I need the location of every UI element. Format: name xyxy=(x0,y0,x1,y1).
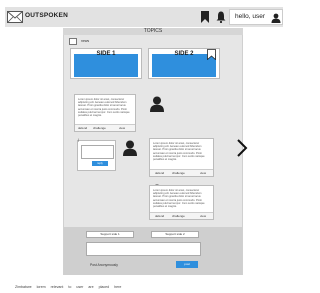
argument-actions: defend challenge view xyxy=(150,212,213,219)
argument-card: Lorem ipsum dolor sit amet, consectetur … xyxy=(149,185,214,220)
user-avatar-icon xyxy=(150,96,164,112)
argument-text: Lorem ipsum dolor sit amet, consectetur … xyxy=(153,189,205,209)
section-label: news xyxy=(81,39,90,43)
post-button[interactable]: post xyxy=(176,261,198,268)
footer-link[interactable]: to xyxy=(68,285,71,289)
footer-link[interactable]: Zimbabwe xyxy=(15,285,32,289)
side-2-card[interactable]: SIDE 2 xyxy=(148,48,220,79)
envelope-logo-icon[interactable] xyxy=(7,11,23,23)
top-navbar: OUTSPOKEN hello, user xyxy=(5,7,283,27)
post-anonymously-option[interactable]: Post Anonymously xyxy=(90,263,118,267)
post-input[interactable] xyxy=(86,242,201,256)
footer-link[interactable]: lorem xyxy=(37,285,46,289)
support-side-1-button[interactable]: Support side 1 xyxy=(86,231,134,238)
topics-tab[interactable]: TOPICS xyxy=(63,28,243,35)
side-1-card[interactable]: SIDE 1 xyxy=(70,48,142,79)
challenge-link[interactable]: challenge xyxy=(93,126,106,130)
topic-panel: news SIDE 1 SIDE 2 Lorem ipsum dolor sit… xyxy=(63,35,243,275)
topics-label: TOPICS xyxy=(143,28,163,34)
side-1-label: SIDE 1 xyxy=(96,51,116,57)
view-link[interactable]: view xyxy=(200,214,206,218)
support-side-2-button[interactable]: Support side 2 xyxy=(151,231,199,238)
reply-button[interactable]: reply xyxy=(92,161,108,166)
argument-card: Lorem ipsum dolor sit amet, consectetur … xyxy=(149,138,214,177)
footer-link[interactable]: user xyxy=(76,285,83,289)
argument-text: Lorem ipsum dolor sit amet, consectetur … xyxy=(153,142,205,162)
post-form: Support side 1 Support side 2 Post Anony… xyxy=(64,227,242,275)
chevron-right-icon[interactable] xyxy=(236,138,248,158)
footer-links: Zimbabwe lorem relevant to user are plac… xyxy=(15,285,125,289)
user-avatar-icon xyxy=(123,140,137,156)
footer-link[interactable]: here xyxy=(114,285,121,289)
footer-link[interactable]: relevant xyxy=(51,285,64,289)
defend-link[interactable]: defend xyxy=(155,214,164,218)
footer-link[interactable]: placed xyxy=(99,285,110,289)
user-icon xyxy=(271,13,281,23)
reply-cursor: | xyxy=(78,137,80,142)
brand-name[interactable]: OUTSPOKEN xyxy=(25,12,68,19)
challenge-link[interactable]: challenge xyxy=(172,171,185,175)
news-icon xyxy=(69,38,77,45)
side-1-banner xyxy=(74,54,138,77)
bell-icon[interactable] xyxy=(216,11,226,23)
view-link[interactable]: view xyxy=(200,171,206,175)
bookmark-icon[interactable] xyxy=(201,11,209,23)
argument-actions: defend challenge view xyxy=(75,124,135,131)
user-greeting: hello, user xyxy=(235,13,265,20)
challenge-link[interactable]: challenge xyxy=(172,214,185,218)
defend-link[interactable]: defend xyxy=(155,171,164,175)
argument-card: Lorem ipsum dolor sit amet, consectetur … xyxy=(74,94,136,132)
bookmark-outline-icon[interactable] xyxy=(207,49,216,60)
user-menu[interactable]: hello, user xyxy=(229,9,283,25)
argument-text: Lorem ipsum dolor sit amet, consectetur … xyxy=(78,98,130,118)
footer-link[interactable]: are xyxy=(88,285,93,289)
argument-actions: defend challenge view xyxy=(150,169,213,176)
reply-input[interactable] xyxy=(81,145,114,159)
view-link[interactable]: view xyxy=(119,126,125,130)
reply-box: | reply xyxy=(77,137,116,171)
defend-link[interactable]: defend xyxy=(78,126,87,130)
